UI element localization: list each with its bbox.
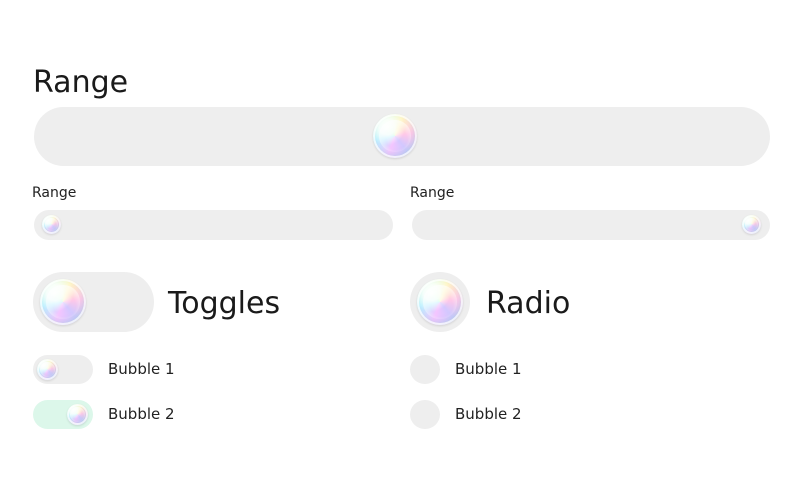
- toggle-bubble-2[interactable]: [33, 400, 93, 429]
- radio-bubble-2-label: Bubble 2: [455, 405, 522, 423]
- toggle-bubble-2-label: Bubble 2: [108, 405, 175, 423]
- toggles-main-toggle-knob: [40, 279, 86, 325]
- toggle-bubble-2-knob: [67, 404, 88, 425]
- toggle-bubble-1-label: Bubble 1: [108, 360, 175, 378]
- range-slider-2[interactable]: [412, 210, 770, 240]
- radio-title: Radio: [486, 286, 571, 321]
- range-slider-large[interactable]: [34, 107, 770, 166]
- toggles-title: Toggles: [168, 286, 281, 321]
- radio-main[interactable]: [410, 272, 470, 332]
- range-slider-1[interactable]: [34, 210, 393, 240]
- toggle-bubble-1-knob: [37, 359, 58, 380]
- radio-main-knob: [417, 279, 463, 325]
- range-slider-2-thumb[interactable]: [742, 215, 761, 234]
- toggles-main-toggle[interactable]: [33, 272, 154, 332]
- radio-bubble-1-label: Bubble 1: [455, 360, 522, 378]
- radio-bubble-2[interactable]: [410, 400, 440, 429]
- range-slider-1-label: Range: [32, 185, 77, 201]
- range-title: Range: [33, 65, 129, 100]
- toggle-bubble-1[interactable]: [33, 355, 93, 384]
- radio-bubble-1[interactable]: [410, 355, 440, 384]
- range-slider-2-label: Range: [410, 185, 455, 201]
- range-slider-1-thumb[interactable]: [42, 215, 61, 234]
- range-slider-large-thumb[interactable]: [373, 114, 417, 158]
